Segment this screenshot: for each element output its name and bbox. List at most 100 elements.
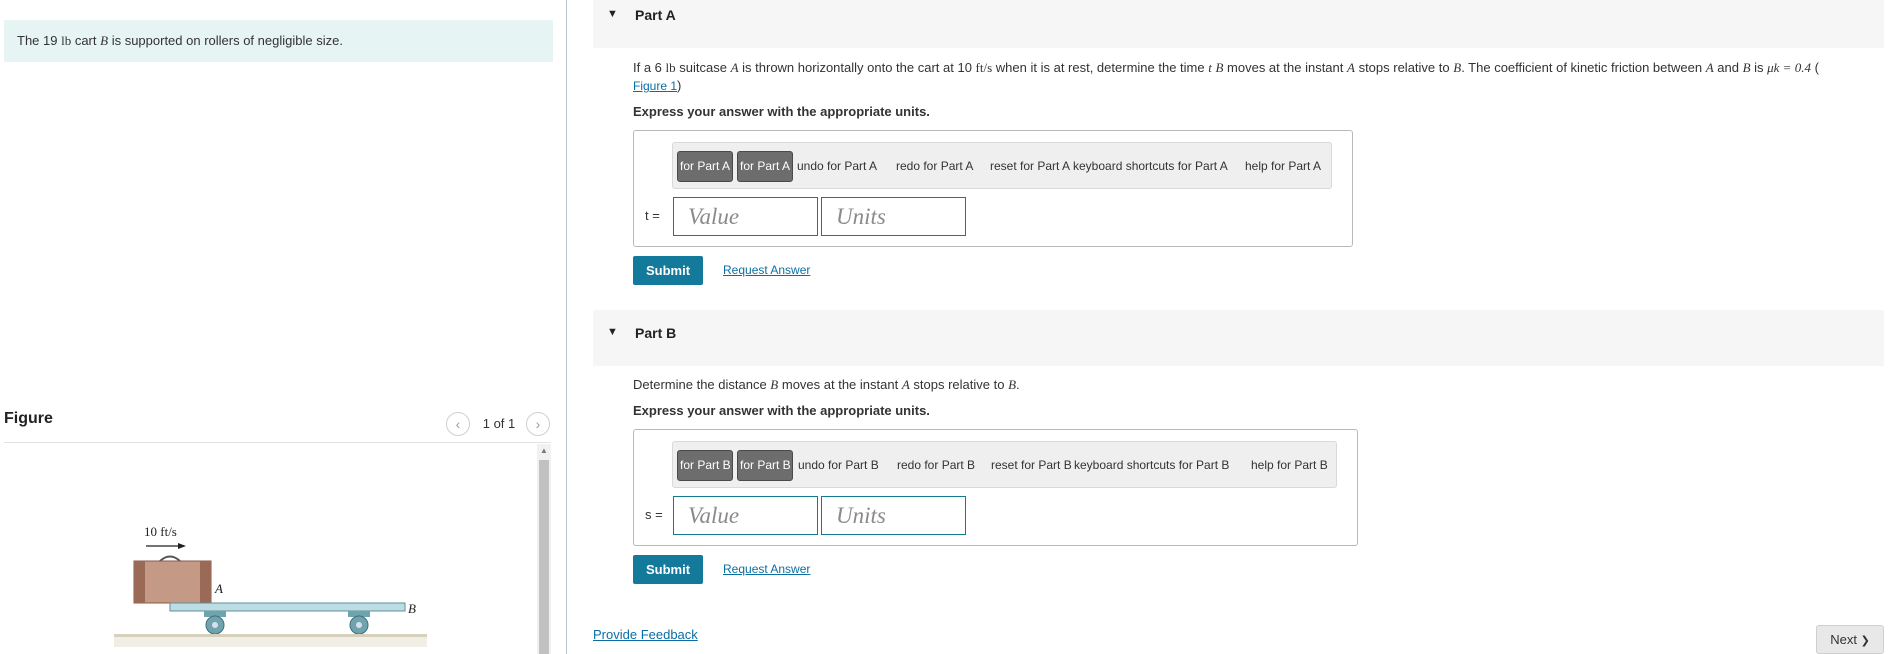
wheel-hub-left [212, 622, 218, 628]
symbols-button[interactable]: for Part A [737, 151, 793, 182]
question-text: moves at the instant [1223, 60, 1347, 75]
intro-text: cart [71, 33, 101, 48]
part-a-header[interactable]: ▼ Part A [593, 0, 1884, 48]
chevron-left-icon: ‹ [455, 416, 461, 432]
figure-next-button[interactable]: › [526, 412, 550, 436]
undo-button[interactable]: undo for Part B [798, 458, 879, 472]
question-var: A [730, 60, 739, 75]
suitcase-handle [159, 555, 181, 562]
figure-scrollbar[interactable]: ▲ [537, 444, 551, 654]
intro-text: is supported on rollers of negligible si… [108, 33, 343, 48]
intro-unit: lb [61, 33, 72, 48]
units-input[interactable]: Units [821, 197, 966, 236]
question-var: μk = 0.4 [1767, 60, 1811, 75]
label-B: B [408, 601, 416, 616]
panel-divider[interactable] [566, 0, 567, 654]
figure-counter: 1 of 1 [482, 416, 516, 431]
chevron-right-icon: › [535, 416, 541, 432]
question-text: and [1713, 60, 1743, 75]
chevron-right-icon: ❯ [1860, 635, 1870, 647]
question-unit: lb [665, 60, 676, 75]
part-b-math-toolbar: for Part B for Part B undo for Part B re… [672, 441, 1337, 488]
part-a-title: Part A [635, 7, 676, 23]
question-text: If a 6 [633, 60, 666, 75]
figure-navigation: ‹ 1 of 1 › [446, 412, 550, 436]
part-a-units-note: Express your answer with the appropriate… [633, 104, 930, 119]
undo-button[interactable]: undo for Part A [797, 159, 877, 173]
keyboard-shortcuts-button[interactable]: keyboard shortcuts for Part B [1074, 458, 1229, 472]
keyboard-shortcuts-button[interactable]: keyboard shortcuts for Part A [1073, 159, 1228, 173]
question-unit: ft/s [975, 60, 993, 75]
part-a-figure-ref: Figure 1) [633, 77, 681, 95]
velocity-label: 10 ft/s [144, 524, 177, 539]
question-text: moves at the instant [778, 377, 902, 392]
part-a-answer-box: for Part A for Part A undo for Part A re… [633, 130, 1353, 247]
question-text: is [1750, 60, 1768, 75]
help-button[interactable]: help for Part B [1251, 458, 1328, 472]
suitcase-strap-right [200, 561, 211, 603]
templates-button[interactable]: for Part A [677, 151, 733, 182]
question-text: stops relative to [1354, 60, 1454, 75]
question-text: ( [1810, 60, 1819, 75]
figure-divider [4, 442, 551, 443]
question-var: A [1347, 60, 1355, 75]
question-var: B [1453, 60, 1462, 75]
suitcase-A [133, 560, 212, 604]
part-a-question: If a 6 lb suitcase A is thrown horizonta… [633, 59, 1819, 77]
question-text: ) [677, 78, 682, 93]
question-var: A [1705, 60, 1714, 75]
ground-line [114, 634, 427, 637]
next-label: Next [1830, 632, 1857, 647]
question-text: stops relative to [909, 377, 1009, 392]
caret-down-icon: ▼ [607, 8, 618, 20]
units-input[interactable]: Units [821, 496, 966, 535]
part-b-header[interactable]: ▼ Part B [593, 310, 1884, 366]
templates-button[interactable]: for Part B [677, 450, 733, 481]
part-b-request-answer-link[interactable]: Request Answer [723, 562, 810, 576]
var-label-s: s = [645, 507, 663, 522]
provide-feedback-link[interactable]: Provide Feedback [593, 627, 698, 642]
symbols-button[interactable]: for Part B [737, 450, 793, 481]
value-input[interactable]: Value [673, 197, 818, 236]
part-b-submit-button[interactable]: Submit [633, 555, 703, 584]
wheel-hub-right [356, 622, 362, 628]
part-b-units-note: Express your answer with the appropriate… [633, 403, 930, 418]
part-a-request-answer-link[interactable]: Request Answer [723, 263, 810, 277]
scroll-up-arrow-icon[interactable]: ▲ [537, 444, 551, 458]
question-text: . [1016, 377, 1020, 392]
value-input[interactable]: Value [673, 496, 818, 535]
part-b-question: Determine the distance B moves at the in… [633, 376, 1020, 394]
figure-prev-button[interactable]: ‹ [446, 412, 470, 436]
intro-text: The 19 [17, 33, 62, 48]
reset-button[interactable]: reset for Part A [990, 159, 1070, 173]
caret-down-icon: ▼ [607, 326, 618, 338]
label-A: A [214, 581, 223, 596]
figure-image: 10 ft/s A B [4, 444, 538, 654]
reset-button[interactable]: reset for Part B [991, 458, 1072, 472]
question-var: B [1008, 377, 1017, 392]
redo-button[interactable]: redo for Part A [896, 159, 973, 173]
ground-fill [114, 637, 427, 647]
question-text: is thrown horizontally onto the cart at … [738, 60, 976, 75]
problem-statement: The 19 lb cart B is supported on rollers… [4, 20, 553, 62]
scrollbar-thumb[interactable] [539, 460, 549, 654]
question-var: B [1742, 60, 1751, 75]
part-b-answer-box: for Part B for Part B undo for Part B re… [633, 429, 1358, 546]
part-a-math-toolbar: for Part A for Part A undo for Part A re… [672, 142, 1332, 189]
figure-heading: Figure [4, 410, 53, 427]
question-text: when it is at rest, determine the time [992, 60, 1209, 75]
part-a-submit-button[interactable]: Submit [633, 256, 703, 285]
help-button[interactable]: help for Part A [1245, 159, 1321, 173]
next-button[interactable]: Next ❯ [1816, 625, 1884, 654]
suitcase-strap-left [134, 561, 145, 603]
var-label-t: t = [645, 208, 660, 223]
figure-link[interactable]: Figure 1 [633, 79, 677, 93]
problem-panel: The 19 lb cart B is supported on rollers… [0, 0, 566, 654]
part-b-title: Part B [635, 325, 677, 341]
question-text: suitcase [675, 60, 731, 75]
velocity-arrowhead [178, 543, 186, 549]
redo-button[interactable]: redo for Part B [897, 458, 975, 472]
cart-suitcase-diagram: 10 ft/s A B [114, 524, 427, 647]
question-text: Determine the distance [633, 377, 771, 392]
question-text: . The coefficient of kinetic friction be… [1461, 60, 1706, 75]
